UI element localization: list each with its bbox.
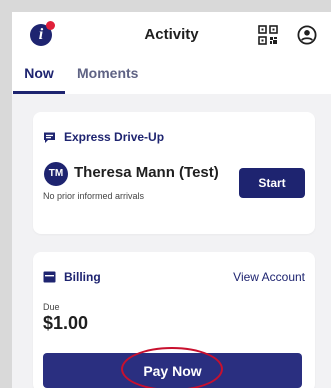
express-heading: Express Drive-Up [43,130,164,144]
billing-heading: Billing [43,270,101,284]
active-tab-indicator [13,91,65,94]
start-button[interactable]: Start [239,168,305,198]
billing-card: Billing View Account Due $1.00 Pay Now [33,252,315,388]
tab-moments[interactable]: Moments [77,64,138,94]
express-drive-up-card: Express Drive-Up TM Theresa Mann (Test) … [33,112,315,234]
due-label: Due [43,302,60,312]
due-amount: $1.00 [43,313,89,333]
app-header: i Activity Now Moments [12,12,331,94]
view-account-link[interactable]: View Account [233,270,305,284]
wallet-icon [43,271,56,283]
pay-now-button[interactable]: Pay Now [43,353,302,388]
avatar: TM [44,162,68,186]
qr-code-icon[interactable] [258,25,278,45]
billing-heading-label: Billing [64,270,101,284]
person-name: Theresa Mann (Test) [74,164,219,181]
app-screen: i Activity Now Moments Express Drive-Up … [12,12,331,388]
tab-bar: Now Moments [12,64,331,94]
page-title: Activity [144,26,199,43]
express-heading-label: Express Drive-Up [64,130,165,144]
arrival-status-text: No prior informed arrivals [43,191,145,201]
tab-now[interactable]: Now [13,64,65,94]
tab-moments-label: Moments [77,65,139,81]
tab-now-label: Now [24,65,54,81]
chat-icon [44,132,55,143]
profile-icon[interactable] [297,25,317,45]
